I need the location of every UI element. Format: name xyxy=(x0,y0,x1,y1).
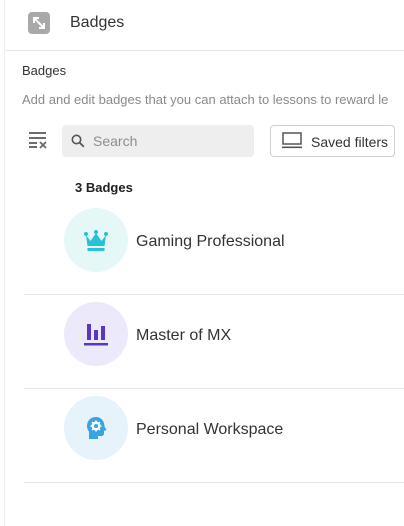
expand-icon[interactable] xyxy=(28,12,50,34)
saved-filters-icon xyxy=(282,132,302,149)
list-item[interactable]: Gaming Professional xyxy=(24,200,404,295)
bar-chart-icon xyxy=(84,324,108,346)
badge-name: Master of MX xyxy=(136,327,232,344)
search-input[interactable] xyxy=(93,125,248,157)
list-item[interactable]: Master of MX xyxy=(24,294,404,389)
filter-list-icon[interactable] xyxy=(28,130,48,150)
badge-name: Gaming Professional xyxy=(136,233,285,250)
section-description: Add and edit badges that you can attach … xyxy=(22,92,389,107)
badge-avatar xyxy=(64,302,128,366)
page-title: Badges xyxy=(70,14,125,31)
badge-avatar xyxy=(64,396,128,460)
list-item[interactable]: Personal Workspace xyxy=(24,388,404,483)
saved-filters-label: Saved filters xyxy=(311,134,389,150)
panel-header: Badges xyxy=(5,0,404,51)
search-box xyxy=(62,125,254,157)
panel-left-border xyxy=(4,0,5,526)
crown-icon xyxy=(84,230,108,251)
section-title: Badges xyxy=(22,63,67,78)
badge-avatar xyxy=(64,208,128,272)
badge-count: 3 Badges xyxy=(75,180,133,195)
saved-filters-button[interactable]: Saved filters xyxy=(270,125,395,157)
head-gear-icon xyxy=(87,417,107,439)
badge-name: Personal Workspace xyxy=(136,421,284,438)
search-icon xyxy=(71,134,85,148)
